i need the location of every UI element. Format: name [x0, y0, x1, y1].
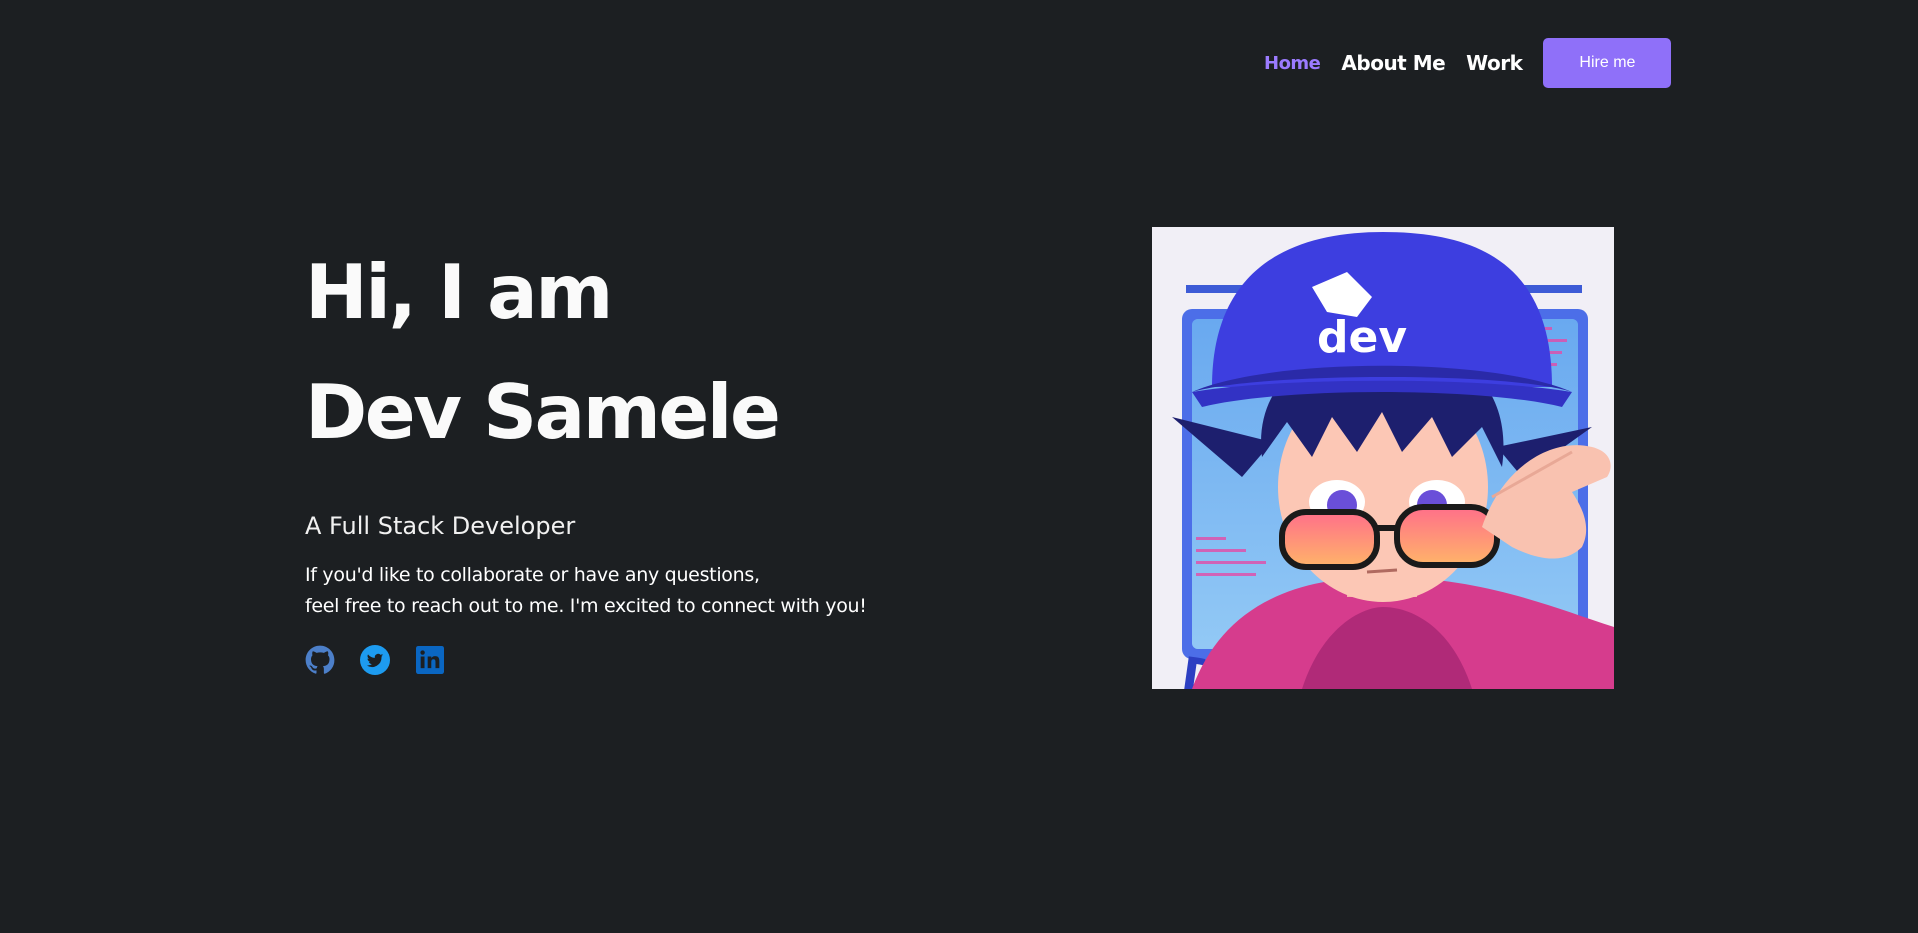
twitter-link[interactable]: [360, 645, 390, 675]
github-link[interactable]: [305, 645, 335, 675]
nav-work-link[interactable]: Work: [1466, 51, 1523, 75]
twitter-icon: [360, 645, 390, 675]
linkedin-icon: [416, 646, 444, 674]
main-nav: Home About Me Work Hire me: [1264, 38, 1672, 88]
nav-home-link[interactable]: Home: [1264, 53, 1321, 74]
hero-description-line-1: If you'd like to collaborate or have any…: [305, 564, 760, 586]
hire-me-button[interactable]: Hire me: [1543, 38, 1672, 88]
hero-description-line-2: feel free to reach out to me. I'm excite…: [305, 595, 867, 617]
hero-section: Hi, I am Dev Samele A Full Stack Develop…: [305, 232, 867, 675]
avatar-illustration: DEV dev: [1152, 227, 1614, 689]
hero-greeting: Hi, I am: [305, 248, 613, 336]
profile-avatar: DEV dev: [1152, 227, 1614, 689]
hero-name: Dev Samele: [305, 368, 781, 456]
hero-role: A Full Stack Developer: [305, 512, 576, 540]
linkedin-link[interactable]: [415, 645, 445, 675]
hero-description: If you'd like to collaborate or have any…: [305, 560, 867, 622]
github-icon: [305, 645, 335, 674]
cap-text: dev: [1317, 312, 1407, 363]
nav-about-link[interactable]: About Me: [1341, 51, 1445, 75]
social-links: [305, 645, 867, 675]
